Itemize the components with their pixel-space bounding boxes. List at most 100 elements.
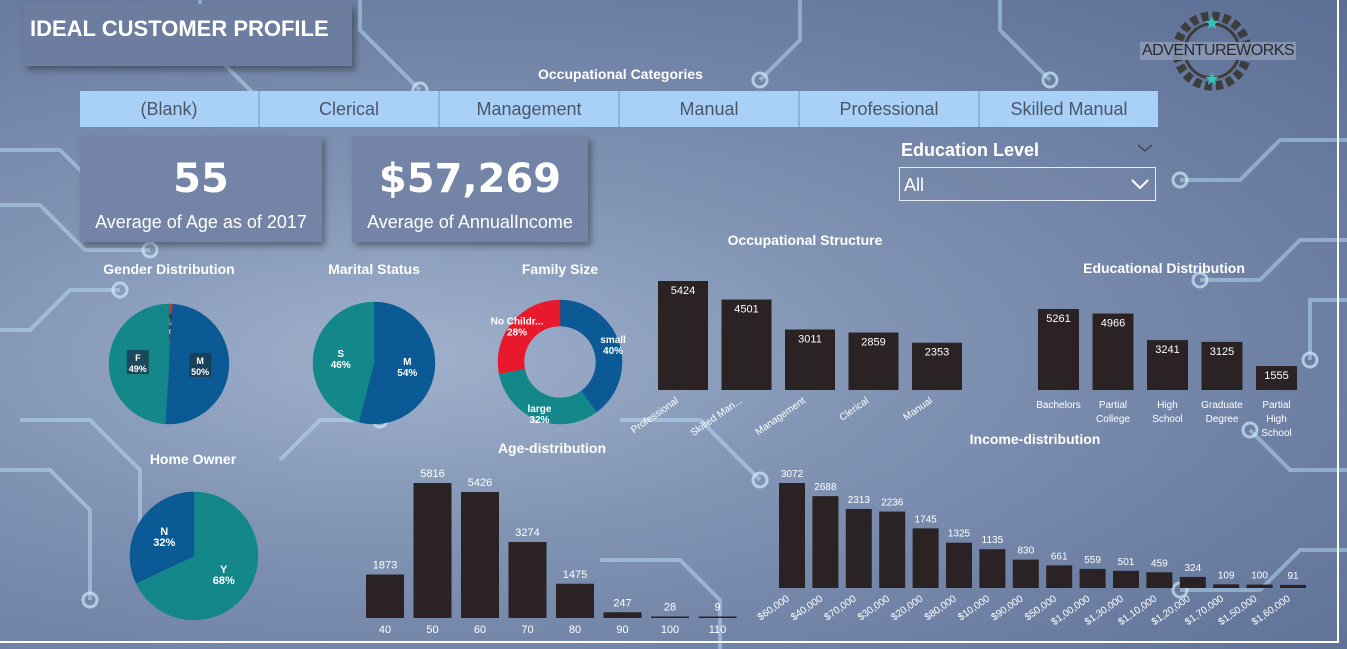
age-bar-2 [413,483,452,618]
age-value-label-1: 1873 [373,560,397,572]
income-bar-4 [879,511,906,588]
income-bar-2 [812,496,839,588]
occupation-value-label-5: 2353 [925,347,949,359]
marital-chart-title: Marital Status [328,261,420,277]
gender-slice-label-3: F [135,353,141,363]
occupation-value-label-2: 4501 [734,304,758,316]
occupation-category-label-5: Manual [902,395,935,423]
education-value-label-3: 3241 [1155,344,1179,356]
income-category-label-6: $80,000 [923,593,959,623]
income-category-label-2: $40,000 [789,593,825,623]
age-value-label-6: 247 [613,597,631,609]
age-category-label-6: 90 [616,624,628,636]
income-bar-7 [979,549,1006,588]
occupation-category-label-2: Skilled Man... [689,395,744,438]
marital-slice-percent-1: 54% [397,368,417,379]
income-bar-16 [1280,584,1306,588]
income-category-label-1: $60,000 [756,593,792,623]
education-bars: 5261 Bachelors 4966 Partial College 3241 High S… [1036,309,1297,439]
gender-slice-label-2: M [196,356,204,366]
dashboard-canvas: IDEAL CUSTOMER PROFILE ADVENTUREWORKS Oc… [0,0,1347,649]
income-bar-9 [1046,565,1073,588]
education-value-label-1: 5261 [1046,313,1070,325]
income-value-label-12: 459 [1151,558,1168,569]
family-slice-label-2: large [528,404,552,415]
income-bar-8 [1012,559,1039,588]
charts-layer: Gender Distribution Marital Status Famil… [103,232,1306,636]
income-bar-5 [912,528,939,588]
age-value-label-4: 3274 [515,527,539,539]
income-bars: 3072 $60,000 2688 $40,000 2313 $70,000 2236 $30… [756,469,1306,628]
income-value-label-10: 559 [1084,555,1101,566]
occupation-category-label-4: Clerical [838,395,872,423]
education-chart-title: Educational Distribution [1083,260,1245,276]
education-category-label-4: Graduate Degree [1201,400,1243,425]
age-category-label-3: 60 [474,624,486,636]
income-bar-14 [1213,584,1240,588]
education-category-label-3: High School [1152,400,1183,425]
gender-slice-percent-3: 49% [129,364,147,374]
occupation-category-label-3: Management [754,395,808,438]
age-category-label-2: 50 [426,624,438,636]
income-bar-1 [779,483,805,588]
income-value-label-4: 2236 [881,498,904,509]
marital-slice-label-2: S [337,349,344,360]
age-bar-7 [651,616,689,618]
marital-slice-label-1: M [403,357,411,368]
age-category-label-8: 110 [709,624,727,636]
income-value-label-13: 324 [1184,563,1201,574]
age-bars: 1873 40 5816 50 5426 60 3274 70 1475 80 247 90 28 100… [366,468,737,636]
family-chart-title: Family Size [522,261,598,277]
occupation-bars: 5424 Professional 4501 Skilled Man... 3011 Ma… [629,281,962,439]
income-value-label-16: 91 [1287,571,1299,582]
income-bar-3 [845,508,872,588]
family-donut: small40% large32% No Childr...28% [491,299,626,426]
income-category-label-3: $70,000 [823,593,859,623]
occupation-bar-1 [658,281,708,390]
income-value-label-3: 2313 [848,495,871,506]
family-slice-label-3: No Childr... [491,316,544,327]
age-chart-title: Age-distribution [498,440,606,456]
age-category-label-1: 40 [379,624,391,636]
occupation-category-label-1: Professional [629,395,680,436]
family-slice-percent-3: 28% [507,327,527,338]
age-bar-1 [366,574,404,618]
income-category-label-5: $20,000 [889,593,925,623]
income-bar-6 [946,542,972,588]
age-bar-4 [508,542,547,618]
age-bar-6 [603,612,642,618]
income-value-label-14: 109 [1218,570,1235,581]
marital-slice-percent-2: 46% [331,360,351,371]
income-category-label-7: $10,000 [956,593,992,623]
income-value-label-9: 661 [1051,551,1068,562]
occupation-value-label-3: 3011 [798,333,822,345]
income-value-label-2: 2688 [814,482,837,493]
family-slice-label-1: small [600,335,626,346]
age-category-label-4: 70 [521,624,533,636]
age-value-label-7: 28 [664,602,676,614]
income-value-label-11: 501 [1118,557,1135,568]
income-bar-13 [1179,576,1206,588]
income-bar-10 [1079,568,1106,588]
education-category-label-2: Partial College [1096,400,1130,425]
income-value-label-8: 830 [1017,546,1034,557]
occupation-value-label-1: 5424 [671,285,695,297]
home-chart-title: Home Owner [150,451,237,467]
age-bar-3 [461,492,499,618]
occupation-value-label-4: 2859 [861,337,885,349]
income-value-label-15: 100 [1251,571,1268,582]
income-value-label-1: 3072 [781,469,804,480]
age-bar-8 [698,616,737,618]
income-category-label-4: $30,000 [856,593,892,623]
age-value-label-5: 1475 [563,569,587,581]
education-category-label-5: Partial High School [1261,400,1292,439]
education-category-label-1: Bachelors [1036,400,1080,411]
education-value-label-4: 3125 [1210,346,1234,358]
gender-pie: NA1%M50%F49% [108,303,230,425]
income-value-label-5: 1745 [914,514,937,525]
age-bar-5 [556,583,594,618]
family-slice-percent-1: 40% [603,346,623,357]
home-slice-percent-2: 32% [153,537,175,549]
age-value-label-8: 9 [714,602,720,614]
age-category-label-7: 100 [661,624,679,636]
